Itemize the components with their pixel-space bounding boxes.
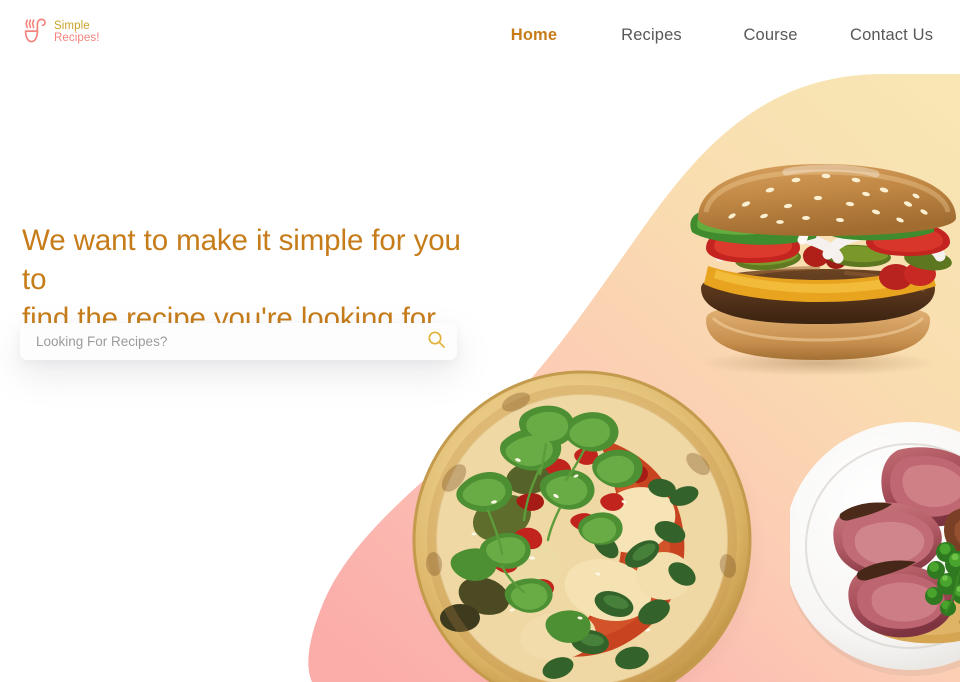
logo[interactable]: Simple Recipes! [24,18,100,48]
pizza-photo [398,368,766,682]
nav-slot-home: Home [476,22,592,49]
search-submit-button[interactable] [425,330,447,352]
search-bar [20,323,457,360]
hero-section: We want to make it simple for you to fin… [22,222,492,339]
ladle-with-steam-icon [24,18,52,48]
nav-item-home[interactable]: Home [509,22,559,49]
nav-slot-contact-us: Contact Us [830,22,940,49]
nav-item-contact-us[interactable]: Contact Us [848,22,935,49]
landing-page: Simple Recipes! Home Recipes Course Cont… [0,0,960,682]
nav-slot-recipes: Recipes [592,22,711,49]
search-input[interactable] [20,323,457,360]
nav-item-course[interactable]: Course [741,22,799,49]
steak-photo [790,418,960,682]
page-title: We want to make it simple for you to fin… [22,224,461,335]
logo-wordmark: Simple Recipes! [54,21,100,44]
logo-line-2: Recipes! [54,32,100,44]
nav-slot-course: Course [711,22,830,49]
search-icon [427,330,446,352]
site-header: Simple Recipes! Home Recipes Course Cont… [0,0,960,72]
nav-item-recipes[interactable]: Recipes [619,22,684,49]
search-box[interactable] [20,323,457,360]
burger-photo [668,160,960,375]
main-navigation: Home Recipes Course Contact Us [476,22,940,49]
